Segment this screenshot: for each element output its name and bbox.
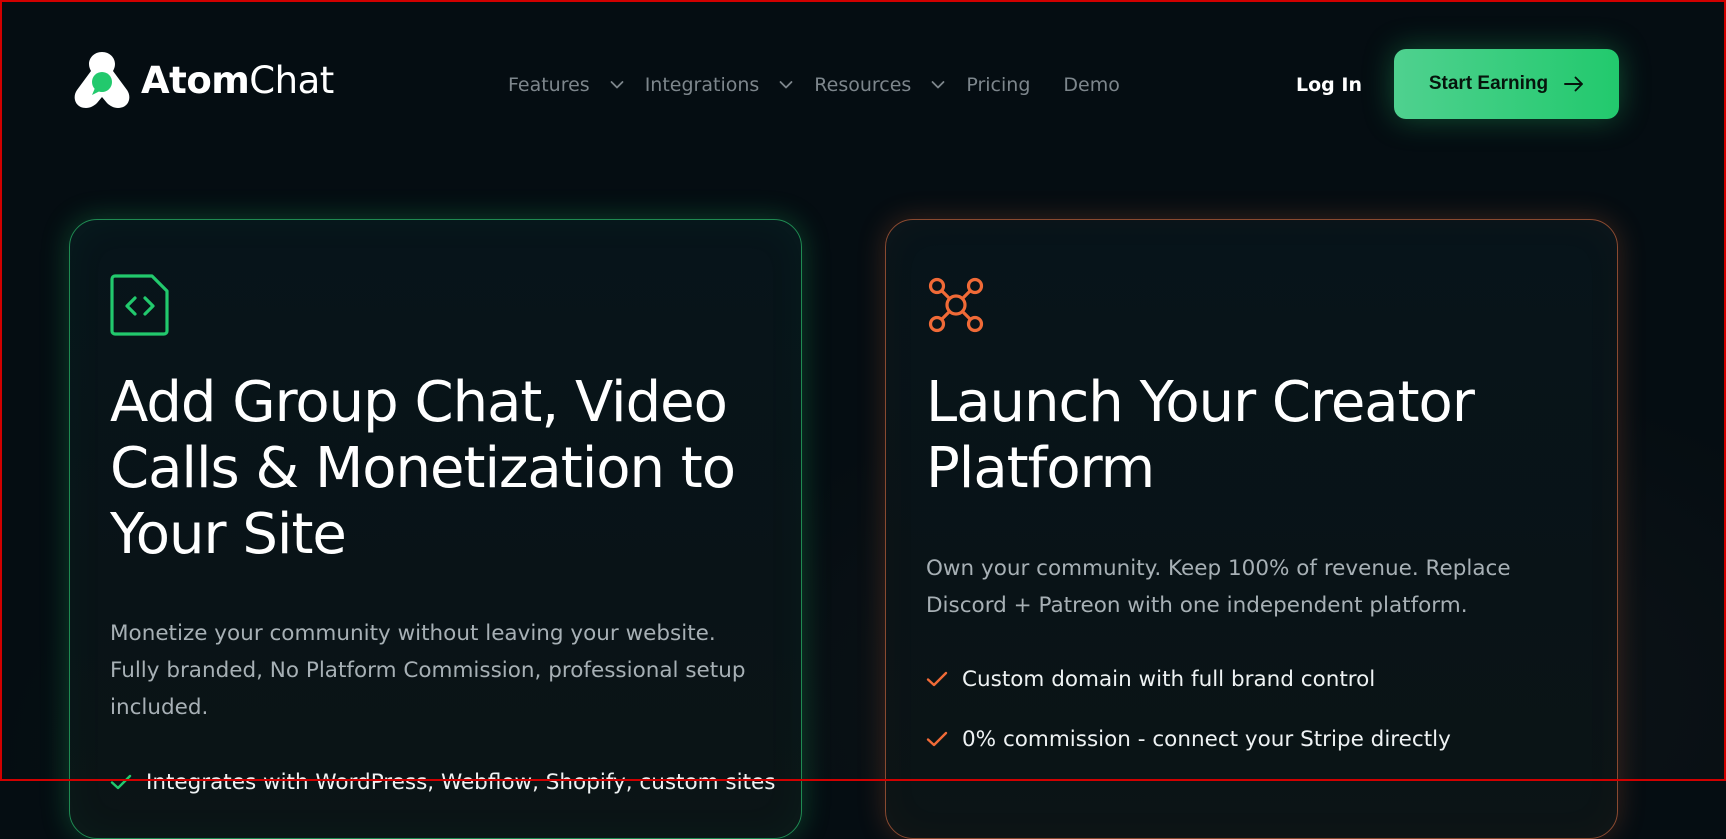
nav-item-integrations[interactable]: Integrations: [645, 74, 794, 96]
login-link[interactable]: Log In: [1296, 70, 1362, 100]
start-earning-button[interactable]: Start Earning: [1394, 49, 1619, 119]
card-description: Own your community. Keep 100% of revenue…: [926, 556, 1511, 618]
logo-link[interactable]: AtomChat: [69, 50, 334, 110]
card-title: Add Group Chat, Video Calls & Monetizati…: [110, 370, 736, 567]
card-title: Launch Your Creator Platform: [926, 370, 1475, 501]
cta-label: Start Earning: [1428, 73, 1549, 94]
card-description: Monetize your community without leaving …: [110, 621, 746, 720]
chevron-down-icon: [931, 81, 945, 89]
website-integration-card[interactable]: Add Group Chat, Video Calls & Monetizati…: [69, 219, 802, 839]
feature-list: Custom domain with full brand control 0%…: [926, 661, 1451, 781]
check-icon: [110, 774, 132, 790]
main-nav: Features Integrations Resources Pricing …: [508, 70, 1120, 100]
list-item: Custom domain with full brand control: [926, 661, 1451, 697]
code-file-icon: [110, 274, 169, 336]
feature-text: Integrates with WordPress, Webflow, Shop…: [146, 769, 776, 795]
chevron-down-icon: [610, 81, 624, 89]
nav-item-label: Features: [508, 74, 590, 96]
check-icon: [926, 731, 948, 747]
nav-item-label: Integrations: [644, 74, 760, 96]
nav-item-label: Resources: [814, 74, 912, 96]
creator-platform-card[interactable]: Launch Your Creator Platform Own your co…: [885, 219, 1618, 839]
nav-item-features[interactable]: Features: [508, 74, 624, 96]
feature-list: Integrates with WordPress, Webflow, Shop…: [110, 764, 775, 824]
check-icon: [926, 671, 948, 687]
site-header: AtomChat Features Integrations Resources…: [0, 0, 1726, 170]
nav-item-label: Demo: [1063, 74, 1120, 96]
chevron-down-icon: [779, 81, 793, 89]
nav-item-demo[interactable]: Demo: [1063, 74, 1119, 96]
arrow-right-icon: [1564, 76, 1584, 92]
list-item: 0% commission - connect your Stripe dire…: [926, 721, 1451, 757]
nav-item-resources[interactable]: Resources: [814, 74, 945, 96]
feature-text: 0% commission - connect your Stripe dire…: [962, 726, 1451, 752]
nav-item-pricing[interactable]: Pricing: [966, 74, 1030, 96]
logo-wordmark: AtomChat: [141, 58, 334, 102]
feature-text: Custom domain with full brand control: [962, 666, 1376, 692]
network-nodes-icon: [928, 277, 984, 333]
atomchat-logo-icon: [74, 52, 130, 108]
nav-item-label: Pricing: [966, 74, 1031, 96]
list-item: Integrates with WordPress, Webflow, Shop…: [110, 764, 775, 800]
